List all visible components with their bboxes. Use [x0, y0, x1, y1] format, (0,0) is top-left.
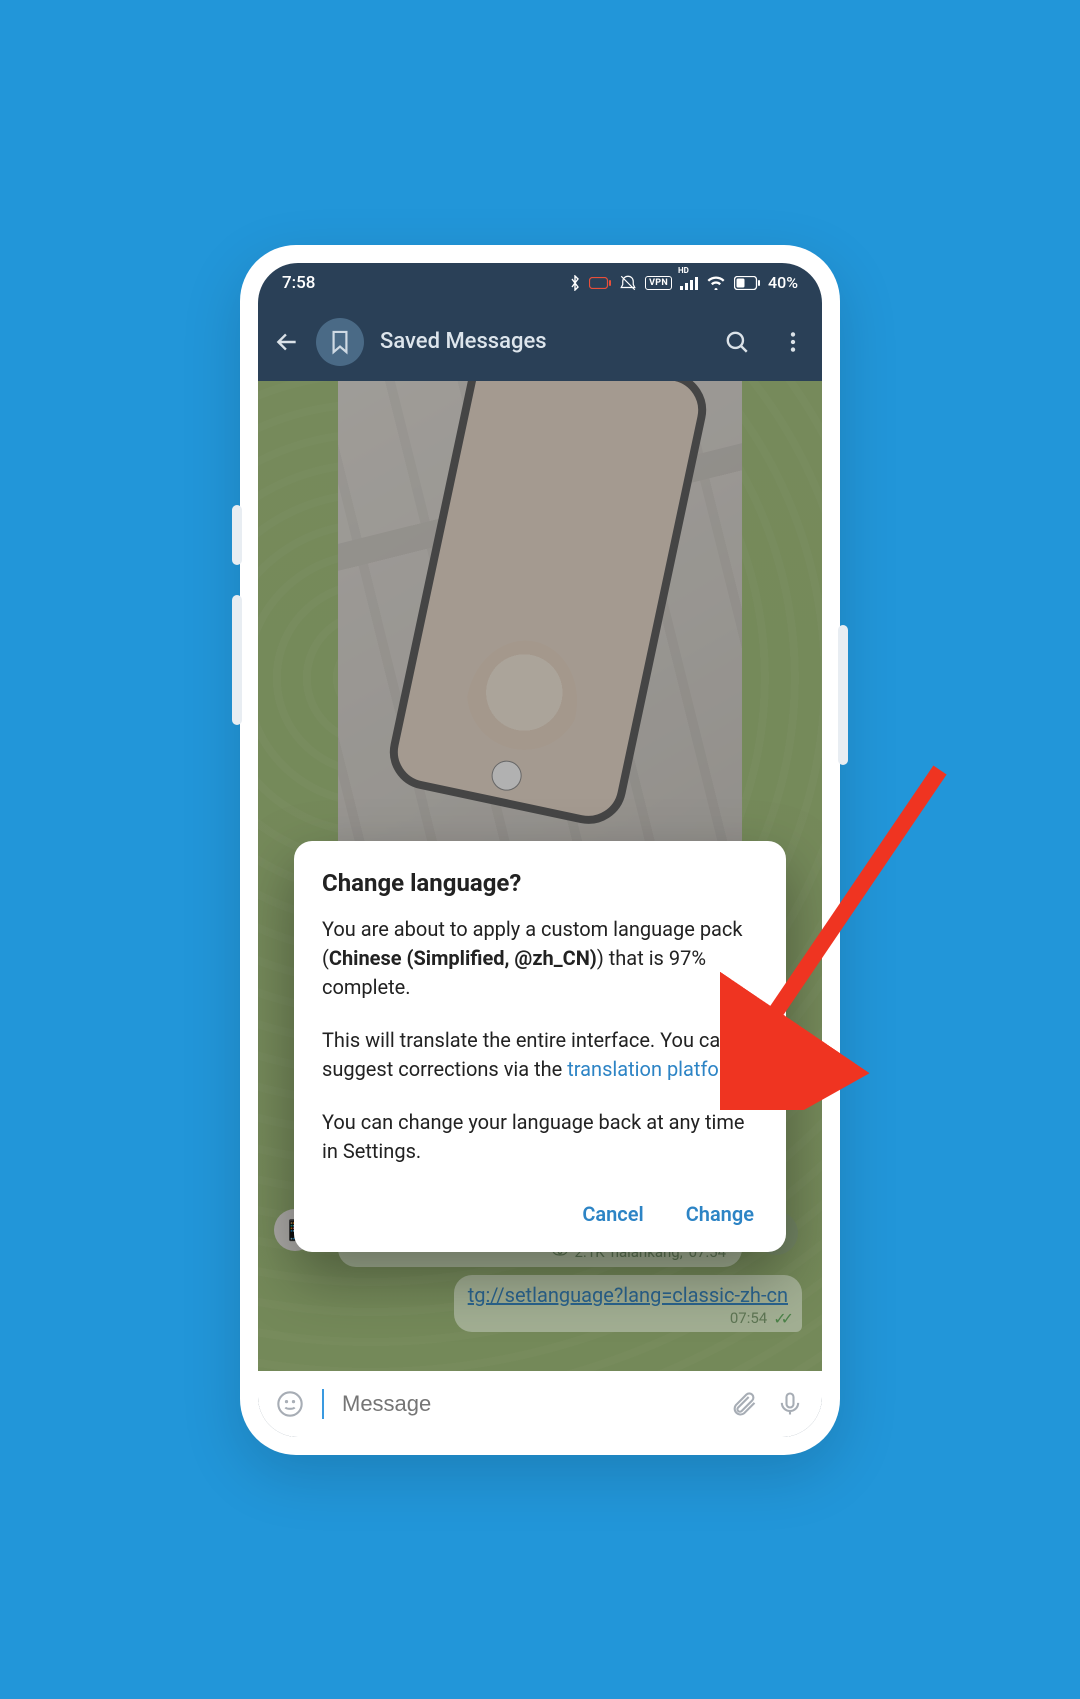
phone-screen: 7:58 VPN HD 40% Saved Messages	[258, 263, 822, 1437]
mute-icon	[619, 274, 637, 292]
attach-icon[interactable]	[730, 1390, 758, 1418]
translation-platform-link[interactable]: translation platform	[567, 1057, 743, 1081]
text-cursor	[322, 1389, 324, 1419]
power-button	[838, 625, 848, 765]
dialog-title: Change language?	[322, 869, 758, 897]
status-bar: 7:58 VPN HD 40%	[258, 263, 822, 303]
app-bar: Saved Messages	[258, 303, 822, 381]
composer	[258, 1371, 822, 1437]
more-icon[interactable]	[780, 329, 806, 355]
status-time: 7:58	[282, 273, 315, 293]
battery-percent: 40%	[768, 273, 798, 292]
language-pack-name: Chinese (Simplified, @zh_CN)	[329, 946, 597, 970]
dialog-para-2: This will translate the entire interface…	[322, 1026, 758, 1084]
mic-icon[interactable]	[776, 1390, 804, 1418]
bluetooth-icon	[569, 275, 581, 291]
change-language-dialog: Change language? You are about to apply …	[294, 841, 786, 1252]
dialog-para-1: You are about to apply a custom language…	[322, 915, 758, 1002]
avatar[interactable]	[316, 318, 364, 366]
status-icons: VPN HD 40%	[569, 273, 798, 292]
chat-title[interactable]: Saved Messages	[380, 329, 708, 354]
battery-icon	[734, 276, 760, 290]
wifi-icon	[706, 275, 726, 290]
dialog-para-3: You can change your language back at any…	[322, 1108, 758, 1166]
bookmark-icon	[329, 329, 351, 355]
emoji-icon[interactable]	[276, 1390, 304, 1418]
volume-up-button	[232, 505, 242, 565]
volume-down-button	[232, 595, 242, 725]
chat-body[interactable]: 📱 Template by @nalankang 2.1K nalankang,…	[258, 381, 822, 1371]
back-icon[interactable]	[274, 329, 300, 355]
message-input[interactable]	[342, 1391, 712, 1417]
cancel-button[interactable]: Cancel	[578, 1194, 647, 1234]
battery-warn-icon	[589, 277, 611, 289]
change-button[interactable]: Change	[682, 1194, 758, 1234]
signal-icon: HD	[680, 276, 698, 290]
search-icon[interactable]	[724, 329, 750, 355]
vpn-badge: VPN	[645, 276, 672, 290]
phone-frame: 7:58 VPN HD 40% Saved Messages	[240, 245, 840, 1455]
